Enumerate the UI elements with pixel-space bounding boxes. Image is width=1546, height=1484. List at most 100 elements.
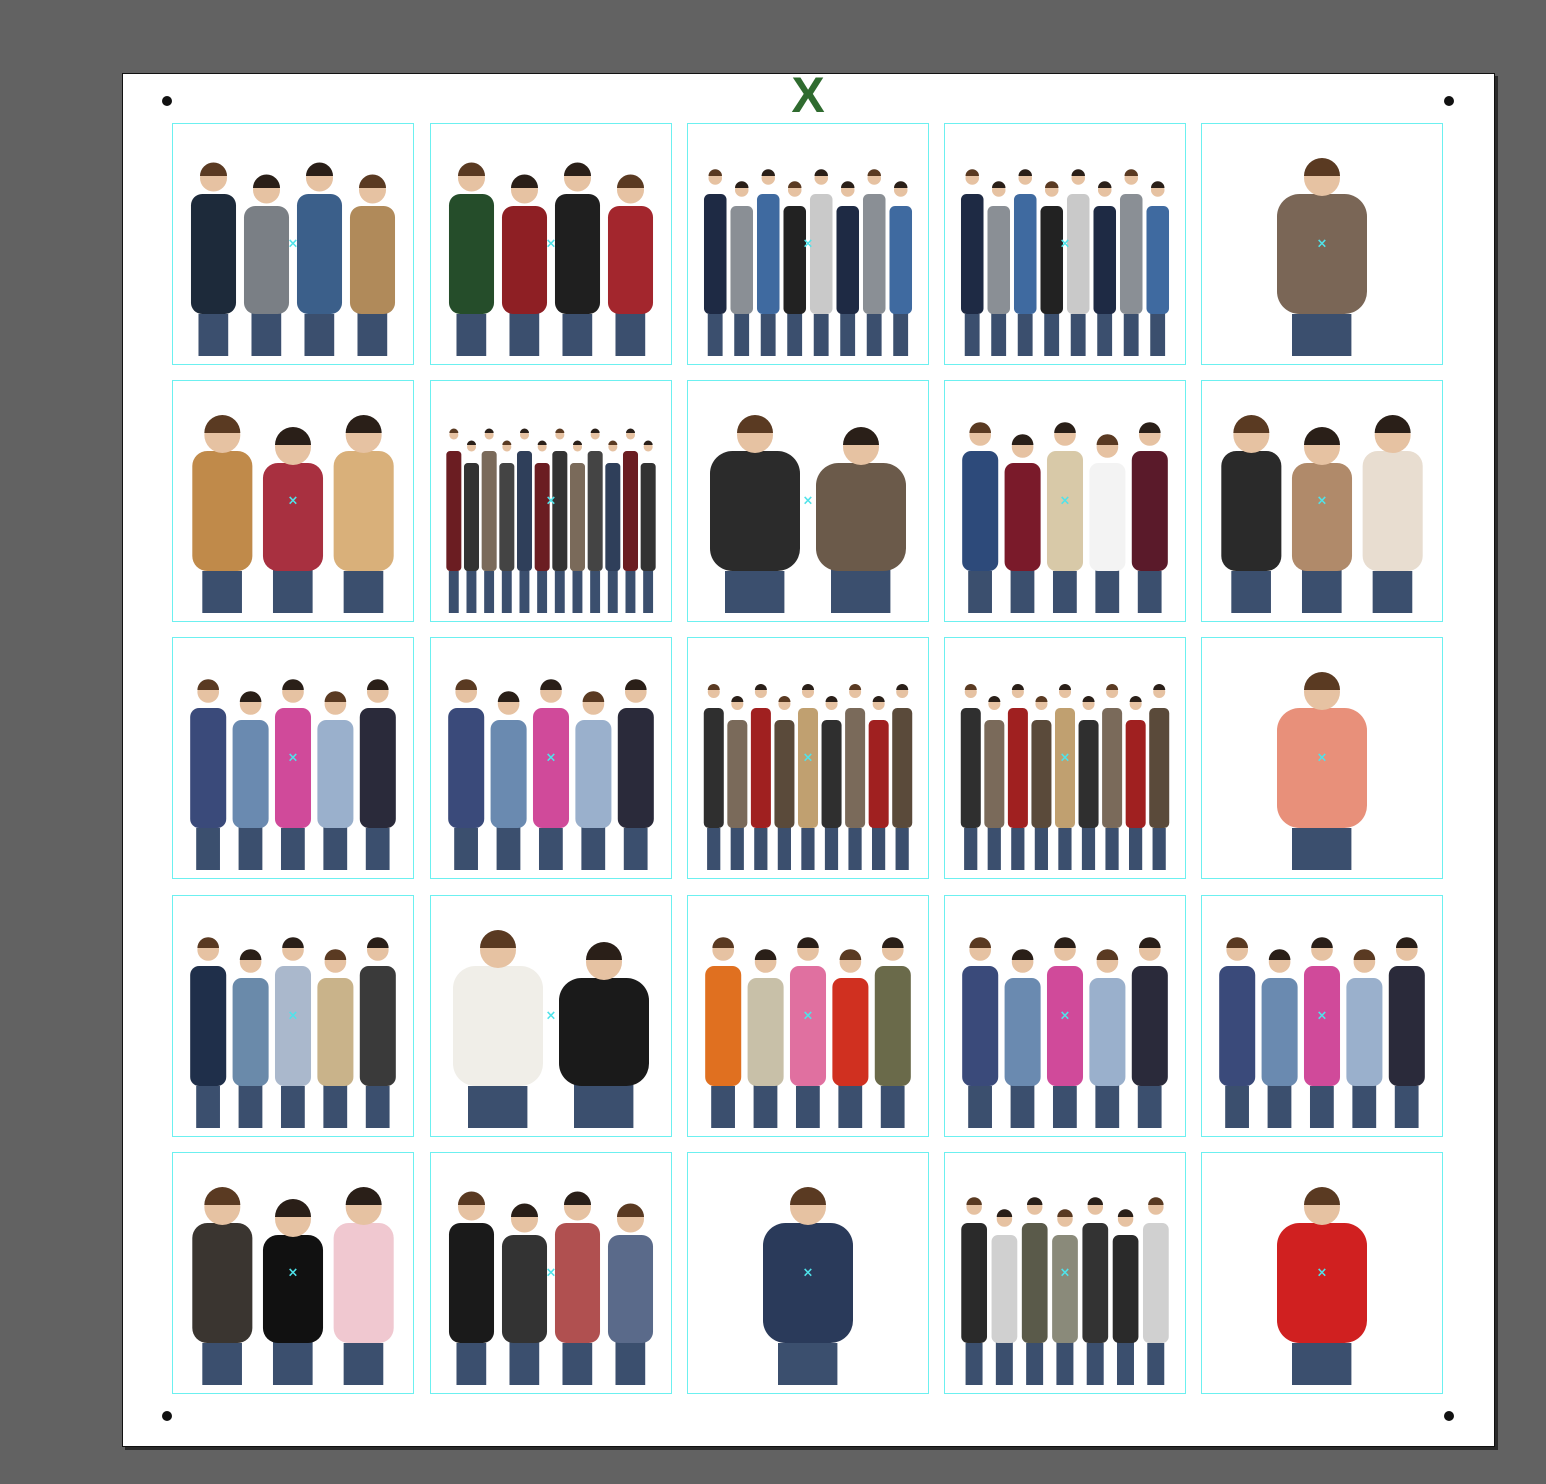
person-figure — [763, 1187, 853, 1385]
person-figure — [1093, 181, 1117, 356]
person-figure — [481, 428, 497, 613]
person-figure — [1277, 672, 1367, 870]
person-figure — [961, 1197, 988, 1385]
person-figure — [1078, 695, 1099, 870]
person-figure — [703, 683, 724, 870]
photo-cutout-family-of-four-winter-photo — [190, 162, 396, 356]
person-figure — [1362, 415, 1423, 613]
person-figure — [1004, 949, 1041, 1128]
person-figure — [1277, 1187, 1367, 1385]
photo-cell-kids-on-cannon[interactable]: × — [430, 1152, 672, 1394]
photo-cell-grandparents-with-kids-on-bench-copy[interactable]: × — [430, 637, 672, 879]
person-figure — [1261, 949, 1298, 1128]
person-figure — [192, 415, 253, 613]
person-figure — [705, 937, 742, 1128]
photo-cutout-family-seated-group — [961, 1197, 1169, 1385]
photo-cell-chihuahua-dog[interactable]: × — [1201, 123, 1443, 365]
person-figure — [1142, 1197, 1169, 1385]
photo-cell-couple-with-dog[interactable]: × — [1201, 380, 1443, 622]
person-figure — [845, 683, 866, 870]
person-figure — [607, 174, 654, 356]
person-figure — [192, 1187, 253, 1385]
person-figure — [727, 695, 748, 870]
person-figure — [232, 949, 269, 1128]
photo-cell-boy-portrait[interactable]: × — [687, 1152, 929, 1394]
person-figure — [516, 428, 533, 613]
photo-cutout-large-family-group — [446, 428, 656, 613]
photo-cutout-family-of-five-portrait — [190, 937, 396, 1128]
person-figure — [243, 174, 290, 356]
person-figure — [809, 169, 833, 356]
photo-cell-selfie-mother-and-daughters[interactable]: × — [172, 380, 414, 622]
photo-cutout-chihuahua-dog — [1277, 158, 1367, 356]
person-figure — [836, 181, 860, 356]
person-figure — [984, 695, 1005, 870]
person-figure — [359, 937, 396, 1128]
person-figure — [874, 937, 911, 1128]
photo-cutout-boy-on-go-kart — [1277, 1187, 1367, 1385]
photo-cell-grandfather-with-grandkids[interactable]: × — [687, 895, 929, 1137]
person-figure — [1046, 422, 1084, 613]
photo-cell-grandparents-with-kids-on-bench-copy-2[interactable]: × — [944, 895, 1186, 1137]
photo-cell-large-family-group[interactable]: × — [430, 380, 672, 622]
artboard[interactable]: X × × × × × × × × × × × × × × × × × × × × × × × × × — [122, 70, 1495, 1447]
person-figure — [448, 162, 495, 356]
person-figure — [448, 679, 485, 870]
photo-cell-family-of-four-red-and-black[interactable]: × — [430, 123, 672, 365]
person-figure — [1040, 181, 1064, 356]
person-figure — [605, 440, 621, 613]
person-figure — [622, 428, 639, 613]
photo-cutout-couple-with-dog — [1221, 415, 1423, 613]
person-figure — [607, 1203, 654, 1385]
photo-cutout-boy-portrait — [763, 1187, 853, 1385]
person-figure — [774, 695, 795, 870]
person-figure — [710, 415, 800, 613]
photo-cell-group-with-butterfly-copy[interactable]: × — [944, 123, 1186, 365]
person-figure — [1131, 937, 1168, 1128]
photo-cell-group-with-butterfly[interactable]: × — [687, 123, 929, 365]
photo-cutout-proposal-couple — [710, 415, 906, 613]
person-figure — [190, 679, 227, 870]
person-figure — [453, 930, 543, 1128]
person-figure — [554, 162, 601, 356]
photo-cutout-family-group-with-dog-copy — [960, 683, 1170, 870]
person-figure — [1046, 937, 1084, 1128]
person-figure — [552, 428, 568, 613]
photo-cell-woman-with-bird-on-head[interactable]: × — [1201, 637, 1443, 879]
photo-cell-family-seated-group[interactable]: × — [944, 1152, 1186, 1394]
photo-cell-wedding-party[interactable]: × — [944, 380, 1186, 622]
photo-cell-grandparents-with-kids-on-bench[interactable]: × — [172, 637, 414, 879]
photo-cell-family-of-four-winter-photo[interactable]: × — [172, 123, 414, 365]
photo-cell-family-group-with-dog-copy[interactable]: × — [944, 637, 1186, 879]
person-figure — [317, 949, 354, 1128]
registration-dot-top-left — [162, 96, 172, 106]
person-figure — [446, 428, 462, 613]
person-figure — [262, 427, 324, 613]
person-figure — [756, 169, 780, 356]
person-figure — [1277, 158, 1367, 356]
photo-cell-grandparents-with-kids-on-bench-copy-3[interactable]: × — [1201, 895, 1443, 1137]
person-figure — [862, 169, 886, 356]
person-figure — [575, 691, 612, 870]
photo-cell-girl-with-goats[interactable]: × — [172, 1152, 414, 1394]
photo-cell-boy-on-go-kart[interactable]: × — [1201, 1152, 1443, 1394]
person-figure — [501, 174, 548, 356]
person-figure — [1082, 1197, 1109, 1385]
person-figure — [501, 1203, 548, 1385]
person-figure — [1054, 683, 1076, 870]
person-figure — [1031, 695, 1052, 870]
person-figure — [1089, 434, 1126, 613]
person-figure — [1102, 683, 1123, 870]
photo-cell-proposal-couple[interactable]: × — [687, 380, 929, 622]
person-figure — [559, 942, 649, 1128]
person-figure — [1131, 422, 1168, 613]
photo-cutout-wedding-party — [962, 422, 1168, 613]
photo-cell-family-of-five-portrait[interactable]: × — [172, 895, 414, 1137]
person-figure — [569, 440, 586, 613]
person-figure — [1089, 949, 1126, 1128]
photo-cutout-kids-on-cannon — [448, 1191, 654, 1385]
photo-cell-bride-and-groom[interactable]: × — [430, 895, 672, 1137]
photo-cutout-bride-and-groom — [453, 930, 649, 1128]
photo-cell-family-group-with-dog[interactable]: × — [687, 637, 929, 879]
person-figure — [349, 174, 396, 356]
